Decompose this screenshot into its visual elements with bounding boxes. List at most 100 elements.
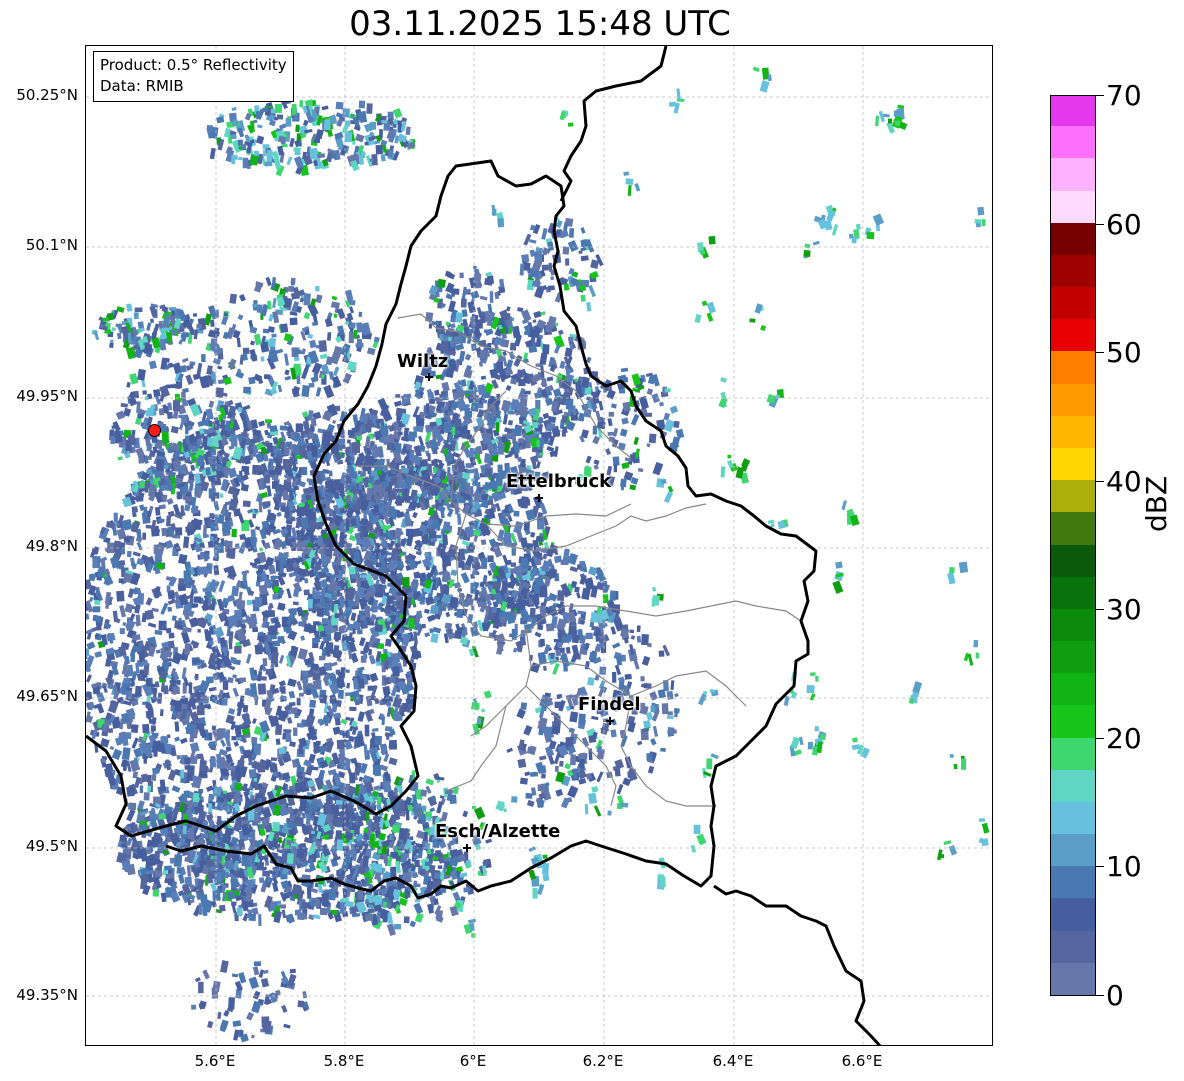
- echo-cell: [134, 604, 141, 614]
- echo-cell: [264, 429, 270, 436]
- echo-cell: [266, 610, 276, 618]
- echo-cell: [199, 811, 206, 822]
- echo-cell: [166, 585, 171, 592]
- echo-cell: [450, 420, 456, 424]
- echo-cell: [242, 500, 251, 508]
- echo-cell: [126, 786, 135, 797]
- echo-cell: [450, 323, 456, 329]
- echo-cell: [224, 827, 234, 836]
- echo-cell: [195, 674, 199, 679]
- echo-cell: [374, 772, 381, 777]
- echo-cell: [241, 623, 246, 629]
- echo-cell: [299, 799, 307, 812]
- echo-cell: [176, 754, 182, 760]
- echo-cell: [272, 882, 279, 893]
- echo-cell: [220, 739, 226, 747]
- echo-cell: [86, 648, 90, 656]
- echo-cell: [371, 727, 379, 732]
- echo-cell: [194, 519, 203, 525]
- echo-cell: [481, 557, 488, 570]
- echo-cell: [199, 760, 207, 772]
- echo-cell: [165, 887, 173, 898]
- echo-cell: [380, 744, 388, 754]
- echo-cell: [288, 608, 297, 614]
- echo-cell: [218, 904, 226, 912]
- echo-cell: [262, 870, 270, 877]
- echo-cell: [422, 623, 426, 629]
- echo-cell: [383, 753, 390, 763]
- echo-cell: [303, 623, 313, 633]
- echo-cell: [363, 620, 368, 625]
- echo-cell: [287, 678, 297, 688]
- echo-cell: [137, 800, 145, 811]
- echo-cell: [391, 585, 396, 597]
- echo-cell: [432, 430, 437, 440]
- echo-cell: [523, 390, 531, 395]
- echo-cell: [335, 592, 343, 598]
- echo-cell: [92, 557, 99, 569]
- echo-cell: [180, 769, 185, 779]
- echo-cell: [358, 776, 363, 782]
- echo-cell: [390, 866, 397, 878]
- echo-cell: [364, 605, 371, 618]
- echo-cell: [391, 575, 397, 581]
- echo-cell: [95, 681, 101, 687]
- echo-cell: [505, 306, 511, 312]
- echo-cell: [136, 541, 143, 551]
- echo-cell: [386, 701, 392, 707]
- echo-cell: [94, 634, 99, 638]
- radar-map[interactable]: [85, 45, 993, 1046]
- echo-cell: [111, 748, 123, 761]
- echo-cell: [188, 682, 193, 694]
- echo-cell: [269, 763, 278, 773]
- echo-cell: [277, 636, 285, 643]
- echo-cell: [386, 595, 394, 605]
- echo-cell: [265, 668, 273, 676]
- echo-cell: [241, 465, 250, 473]
- echo-cell: [206, 703, 212, 710]
- echo-cell: [145, 524, 152, 529]
- echo-cell: [187, 765, 195, 776]
- echo-cell: [463, 494, 471, 501]
- echo-cell: [252, 513, 257, 518]
- echo-cell: [386, 617, 391, 621]
- echo-cell: [176, 867, 182, 874]
- echo-cell: [557, 329, 564, 336]
- echo-cell: [107, 699, 119, 714]
- echo-cell: [286, 853, 294, 864]
- echo-cell: [251, 736, 258, 743]
- echo-cell: [423, 608, 430, 614]
- echo-cell: [159, 709, 164, 717]
- echo-cell: [374, 624, 383, 632]
- echo-cell: [408, 618, 415, 630]
- echo-cell: [364, 724, 370, 737]
- echo-cell: [445, 611, 451, 618]
- echo-cell: [171, 785, 181, 793]
- echo-cell: [168, 632, 175, 639]
- echo-cell: [130, 651, 136, 663]
- echo-cell: [86, 613, 90, 621]
- echo-cell: [131, 724, 139, 734]
- echo-cell: [272, 901, 279, 907]
- echo-cell: [150, 845, 154, 852]
- echo-cell: [129, 802, 137, 811]
- echo-cell: [538, 538, 544, 542]
- echo-cell: [296, 606, 304, 617]
- echo-cell: [196, 705, 205, 716]
- echo-cell: [408, 431, 417, 442]
- echo-cell: [279, 557, 287, 566]
- echo-cell: [164, 865, 173, 871]
- echo-cell: [430, 632, 439, 643]
- echo-cell: [94, 651, 103, 658]
- echo-cell: [307, 598, 314, 609]
- echo-cell: [384, 638, 392, 647]
- echo-cell: [150, 725, 156, 732]
- echo-cell: [165, 627, 172, 634]
- echo-cell: [167, 599, 176, 605]
- echo-cell: [312, 914, 321, 920]
- echo-cell: [442, 521, 451, 531]
- echo-cell: [197, 628, 201, 633]
- echo-cell: [421, 805, 427, 812]
- echo-cell: [158, 518, 165, 523]
- echo-cell: [131, 737, 139, 749]
